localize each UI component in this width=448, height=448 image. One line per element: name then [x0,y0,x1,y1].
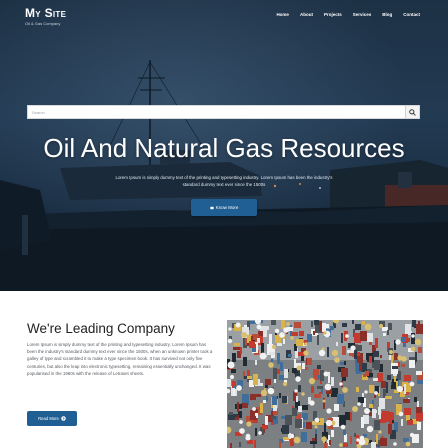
know-more-button[interactable]: Know More [191,199,257,216]
hero-title: Oil And Natural Gas Resources [43,133,405,163]
arrow-right-icon [61,416,66,421]
industrial-crowd-image [227,320,423,448]
arrow-icon [210,206,214,209]
search-input[interactable] [28,106,405,118]
about-title: We're Leading Company [27,321,175,336]
nav-projects[interactable]: Projects [324,12,342,17]
know-more-label: Know More [215,205,239,210]
search-icon [409,108,416,116]
main-nav: Home About Projects Services Blog Contac… [276,12,420,17]
nav-about[interactable]: About [300,12,313,17]
brand-tagline: Oil & Gas Company [25,21,61,26]
hero-subtitle: Lorem Ipsum is simply dummy text of the … [115,175,333,187]
crowd-photo [227,320,423,448]
nav-blog[interactable]: Blog [382,12,392,17]
nav-home[interactable]: Home [276,12,289,17]
nav-contact[interactable]: Contact [403,12,420,17]
about-section: We're Leading Company Lorem Ipsum is sim… [0,291,448,448]
read-more-button[interactable]: Read More [27,411,77,426]
site-brand[interactable]: My Site Oil & Gas Company [25,7,66,27]
read-more-label: Read More [38,416,59,421]
hero-section: My Site Oil & Gas Company Home About Pro… [0,0,448,291]
search-bar [27,105,420,119]
brand-name[interactable]: My Site [25,7,66,20]
about-text: Lorem Ipsum is simply dummy text of the … [27,342,213,376]
nav-services[interactable]: Services [353,12,372,17]
search-button[interactable] [405,106,419,118]
